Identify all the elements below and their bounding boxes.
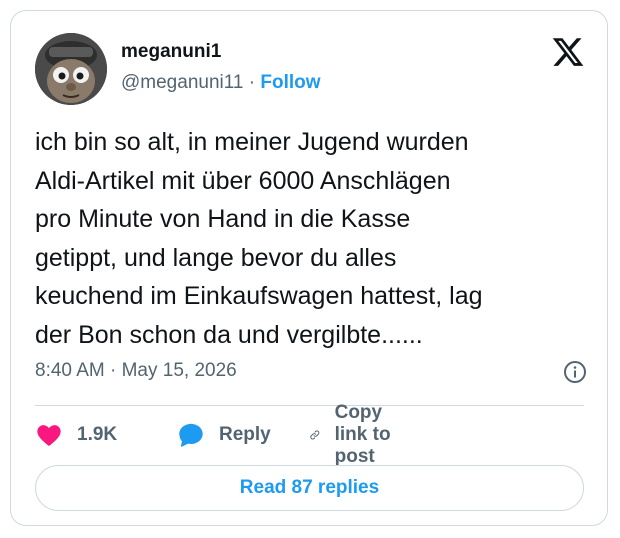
like-button[interactable]: 1.9K: [35, 419, 117, 451]
tweet-timestamp[interactable]: 8:40 AM · May 15, 2026: [35, 360, 237, 382]
x-logo-icon[interactable]: [551, 35, 585, 69]
divider: [35, 405, 584, 406]
tweet-card: meganuni1 @meganuni11 · Follow ich bin s…: [10, 10, 608, 526]
like-count: 1.9K: [77, 424, 118, 445]
tweet-text: ich bin so alt, in meiner Jugend wurden …: [35, 128, 483, 349]
reply-button[interactable]: Reply: [177, 419, 271, 451]
follow-button[interactable]: Follow: [260, 72, 320, 93]
copy-link-button[interactable]: Copy link to post: [309, 402, 399, 467]
copy-link-label: Copy link to post: [334, 402, 391, 467]
avatar-image: [35, 33, 107, 105]
reply-bubble-icon: [179, 423, 203, 447]
author-handle[interactable]: @meganuni11: [121, 72, 243, 93]
separator-dot: ·: [248, 72, 256, 93]
read-replies-button[interactable]: Read 87 replies: [35, 465, 584, 511]
info-icon[interactable]: [563, 360, 587, 384]
author-handle-row: @meganuni11 · Follow: [121, 72, 321, 94]
avatar[interactable]: [35, 33, 107, 105]
reply-label: Reply: [219, 424, 271, 445]
read-replies-label: Read 87 replies: [239, 477, 380, 498]
link-icon: [310, 430, 320, 440]
heart-icon: [37, 425, 61, 446]
author-display-name[interactable]: meganuni1: [121, 41, 221, 63]
